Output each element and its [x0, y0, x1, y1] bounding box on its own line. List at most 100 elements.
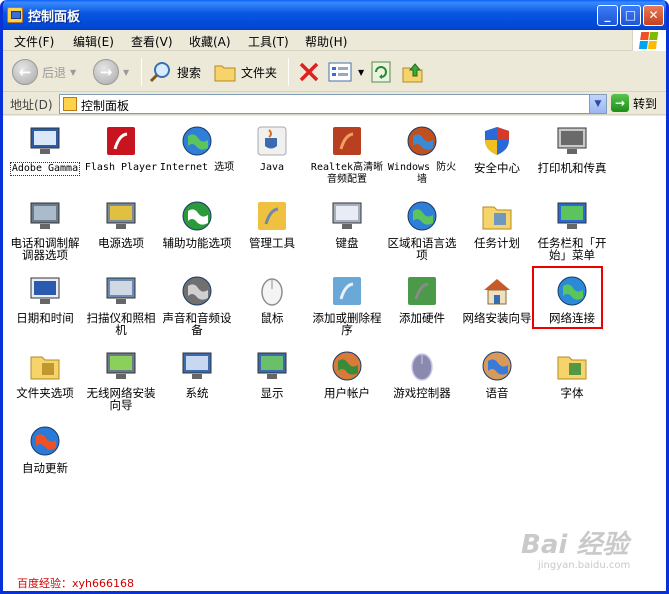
chevron-down-icon: ▼ [123, 67, 130, 77]
address-dropdown-button[interactable]: ▼ [589, 95, 606, 113]
item-label: 字体 [560, 386, 584, 400]
control-panel-item[interactable]: 文件夹选项 [7, 349, 83, 399]
title-bar[interactable]: 控制面板 _ □ ✕ [3, 0, 666, 30]
control-panel-item[interactable]: 无线网络安装向导 [83, 349, 159, 411]
tools-icon [255, 199, 289, 233]
speaker-icon [330, 124, 364, 158]
address-input[interactable]: 控制面板 ▼ [59, 94, 607, 114]
item-label: 区域和语言选项 [387, 236, 457, 262]
item-label: 显示 [260, 386, 284, 400]
menu-edit[interactable]: 编辑(E) [73, 33, 114, 50]
folders-button[interactable]: 文件夹 [213, 58, 277, 86]
item-label: Windows 防火墙 [387, 162, 457, 185]
folder-up-icon [402, 63, 423, 83]
control-panel-item[interactable]: Windows 防火墙 [384, 124, 460, 186]
control-panel-item[interactable]: 任务栏和「开始」菜单 [534, 199, 610, 261]
scanner-icon [104, 274, 138, 308]
refresh-button[interactable] [370, 58, 392, 86]
author-note: 百度经验：xyh666168 [17, 577, 134, 590]
views-button[interactable]: ▼ [328, 58, 364, 86]
windows-update-icon [28, 424, 62, 458]
control-panel-item[interactable]: 任务计划 [459, 199, 535, 249]
fonts-folder-icon [555, 349, 589, 383]
go-label: 转到 [633, 96, 658, 111]
item-label: 管理工具 [249, 236, 295, 250]
folders-label: 文件夹 [241, 65, 278, 80]
menu-help[interactable]: 帮助(H) [305, 33, 347, 50]
control-panel-item[interactable]: 自动更新 [7, 424, 83, 474]
menu-tools[interactable]: 工具(T) [248, 33, 289, 50]
toolbar: ← 后退 ▼ → ▼ 搜索 文件夹 ▼ [3, 52, 666, 92]
refresh-icon [371, 61, 391, 83]
search-button[interactable]: 搜索 [149, 58, 201, 86]
control-panel-item[interactable]: 语音 [459, 349, 535, 399]
address-label: 地址(D) [10, 98, 53, 112]
item-label: 系统 [185, 386, 209, 400]
item-label: 语音 [485, 386, 509, 400]
control-panel-item[interactable]: 区域和语言选项 [384, 199, 460, 261]
sound-icon [180, 274, 214, 308]
control-panel-item[interactable]: 鼠标 [234, 274, 310, 324]
folder-clock-icon [480, 199, 514, 233]
house-icon [480, 274, 514, 308]
minimize-button[interactable]: _ [597, 5, 618, 26]
control-panel-item[interactable]: 打印机和传真 [534, 124, 610, 174]
control-panel-item[interactable]: 声音和音频设备 [159, 274, 235, 336]
control-panel-item[interactable]: 用户帐户 [309, 349, 385, 399]
control-panel-item[interactable]: 辅助功能选项 [159, 199, 235, 249]
java-icon [255, 124, 289, 158]
control-panel-item[interactable]: 安全中心 [459, 124, 535, 174]
control-panel-item[interactable]: 电话和调制解调器选项 [7, 199, 83, 261]
maximize-button[interactable]: □ [620, 5, 641, 26]
users-icon [330, 349, 364, 383]
control-panel-item[interactable]: 游戏控制器 [384, 349, 460, 399]
control-panel-item[interactable]: Java [234, 124, 310, 174]
control-panel-item[interactable]: Internet 选项 [159, 124, 235, 174]
address-value: 控制面板 [81, 99, 130, 113]
control-panel-item[interactable]: Flash Player [83, 124, 159, 174]
power-icon [104, 199, 138, 233]
item-label: 扫描仪和照相机 [86, 311, 156, 337]
chevron-down-icon: ▼ [70, 67, 77, 77]
menu-view[interactable]: 查看(V) [131, 33, 173, 50]
accessibility-icon [180, 199, 214, 233]
item-label: 任务栏和「开始」菜单 [537, 236, 607, 262]
control-panel-item[interactable]: 管理工具 [234, 199, 310, 249]
item-label: Adobe Gamma [7, 162, 83, 176]
taskbar-icon [555, 199, 589, 233]
item-label: Realtek高清晰音频配置 [310, 162, 384, 185]
back-button[interactable]: ← 后退 ▼ [12, 58, 76, 86]
folder-icon [214, 65, 236, 82]
control-panel-item[interactable]: 字体 [534, 349, 610, 399]
flash-icon [104, 124, 138, 158]
window-title: 控制面板 [28, 10, 81, 25]
menu-file[interactable]: 文件(F) [14, 33, 54, 50]
control-panel-item[interactable]: Adobe Gamma [7, 124, 83, 176]
control-panel-item[interactable]: 系统 [159, 349, 235, 399]
folder-up-button[interactable] [401, 58, 425, 86]
control-panel-item[interactable]: 日期和时间 [7, 274, 83, 324]
control-panel-item[interactable]: 添加硬件 [384, 274, 460, 324]
control-panel-item[interactable]: 扫描仪和照相机 [83, 274, 159, 336]
control-panel-item[interactable]: 添加或删除程序 [309, 274, 385, 336]
watermark-url: jingyan.baidu.com [538, 560, 631, 571]
delete-button[interactable] [297, 58, 321, 86]
control-panel-item[interactable]: 显示 [234, 349, 310, 399]
close-button[interactable]: ✕ [643, 5, 664, 26]
item-label: 安全中心 [474, 161, 520, 175]
forward-button[interactable]: → ▼ [93, 58, 129, 86]
control-panel-item[interactable]: Realtek高清晰音频配置 [309, 124, 385, 186]
monitor-icon [28, 124, 62, 158]
control-panel-item[interactable]: 电源选项 [83, 199, 159, 249]
control-panel-item[interactable]: 键盘 [309, 199, 385, 249]
views-icon [328, 62, 352, 82]
back-arrow-icon: ← [12, 59, 38, 85]
folder-icon [28, 349, 62, 383]
control-panel-item[interactable]: 网络安装向导 [459, 274, 535, 324]
item-label: 无线网络安装向导 [86, 386, 156, 412]
control-panel-icon [7, 7, 23, 23]
menu-favorites[interactable]: 收藏(A) [189, 33, 231, 50]
go-button[interactable]: → 转到 [611, 94, 657, 112]
item-label: Flash Player [84, 162, 158, 173]
computer-icon [180, 349, 214, 383]
